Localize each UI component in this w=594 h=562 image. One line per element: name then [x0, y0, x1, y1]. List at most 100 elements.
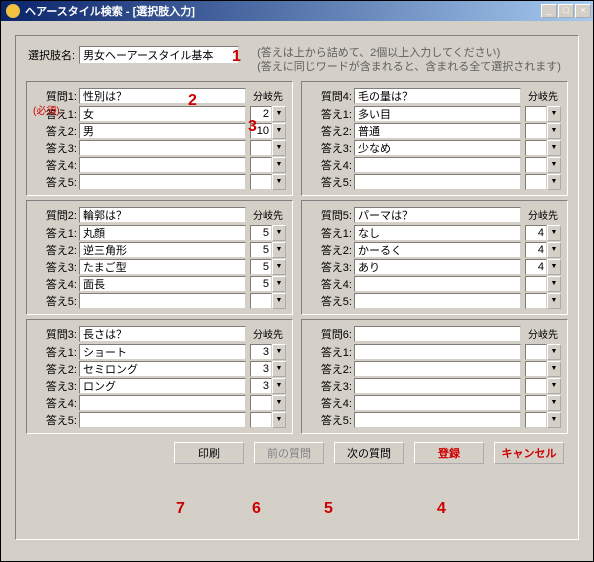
branch-spinner[interactable]: ▼: [525, 242, 561, 258]
answer-input[interactable]: [79, 344, 246, 360]
answer-input[interactable]: [354, 123, 521, 139]
answer-input[interactable]: [354, 395, 521, 411]
answer-input[interactable]: [79, 106, 246, 122]
branch-value[interactable]: [250, 259, 272, 275]
spinner-down-icon[interactable]: ▼: [272, 276, 286, 292]
spinner-down-icon[interactable]: ▼: [547, 259, 561, 275]
branch-spinner[interactable]: ▼: [525, 361, 561, 377]
question-input[interactable]: [354, 326, 521, 342]
branch-value[interactable]: [250, 140, 272, 156]
branch-value[interactable]: [525, 106, 547, 122]
spinner-down-icon[interactable]: ▼: [272, 293, 286, 309]
branch-spinner[interactable]: ▼: [525, 157, 561, 173]
branch-spinner[interactable]: ▼: [525, 293, 561, 309]
branch-spinner[interactable]: ▼: [525, 140, 561, 156]
spinner-down-icon[interactable]: ▼: [547, 344, 561, 360]
name-input[interactable]: [79, 46, 239, 64]
branch-spinner[interactable]: ▼: [250, 140, 286, 156]
branch-spinner[interactable]: ▼: [525, 225, 561, 241]
answer-input[interactable]: [79, 412, 246, 428]
branch-value[interactable]: [525, 157, 547, 173]
spinner-down-icon[interactable]: ▼: [272, 412, 286, 428]
branch-spinner[interactable]: ▼: [250, 242, 286, 258]
branch-spinner[interactable]: ▼: [525, 123, 561, 139]
spinner-down-icon[interactable]: ▼: [547, 361, 561, 377]
branch-value[interactable]: [250, 123, 272, 139]
branch-value[interactable]: [525, 378, 547, 394]
branch-value[interactable]: [250, 276, 272, 292]
branch-value[interactable]: [525, 259, 547, 275]
spinner-down-icon[interactable]: ▼: [547, 395, 561, 411]
branch-value[interactable]: [250, 378, 272, 394]
answer-input[interactable]: [354, 157, 521, 173]
branch-spinner[interactable]: ▼: [250, 174, 286, 190]
print-button[interactable]: 印刷: [174, 442, 244, 464]
answer-input[interactable]: [79, 293, 246, 309]
question-input[interactable]: [354, 88, 521, 104]
branch-value[interactable]: [250, 242, 272, 258]
spinner-down-icon[interactable]: ▼: [547, 378, 561, 394]
spinner-down-icon[interactable]: ▼: [547, 242, 561, 258]
spinner-down-icon[interactable]: ▼: [272, 123, 286, 139]
answer-input[interactable]: [354, 242, 521, 258]
spinner-down-icon[interactable]: ▼: [272, 174, 286, 190]
branch-value[interactable]: [525, 242, 547, 258]
branch-spinner[interactable]: ▼: [525, 106, 561, 122]
spinner-down-icon[interactable]: ▼: [272, 242, 286, 258]
spinner-down-icon[interactable]: ▼: [547, 225, 561, 241]
spinner-down-icon[interactable]: ▼: [547, 106, 561, 122]
answer-input[interactable]: [79, 242, 246, 258]
branch-value[interactable]: [525, 140, 547, 156]
branch-spinner[interactable]: ▼: [525, 378, 561, 394]
question-input[interactable]: [79, 326, 246, 342]
spinner-down-icon[interactable]: ▼: [272, 344, 286, 360]
question-input[interactable]: [79, 207, 246, 223]
branch-spinner[interactable]: ▼: [250, 276, 286, 292]
maximize-button[interactable]: □: [558, 4, 574, 18]
answer-input[interactable]: [79, 395, 246, 411]
branch-value[interactable]: [525, 344, 547, 360]
spinner-down-icon[interactable]: ▼: [272, 225, 286, 241]
answer-input[interactable]: [79, 378, 246, 394]
answer-input[interactable]: [79, 225, 246, 241]
answer-input[interactable]: [354, 225, 521, 241]
branch-value[interactable]: [250, 412, 272, 428]
branch-value[interactable]: [250, 344, 272, 360]
answer-input[interactable]: [354, 412, 521, 428]
branch-value[interactable]: [525, 395, 547, 411]
branch-spinner[interactable]: ▼: [250, 293, 286, 309]
branch-spinner[interactable]: ▼: [525, 395, 561, 411]
answer-input[interactable]: [79, 123, 246, 139]
answer-input[interactable]: [79, 174, 246, 190]
answer-input[interactable]: [354, 361, 521, 377]
answer-input[interactable]: [79, 276, 246, 292]
branch-value[interactable]: [525, 123, 547, 139]
answer-input[interactable]: [79, 140, 246, 156]
spinner-down-icon[interactable]: ▼: [272, 259, 286, 275]
branch-spinner[interactable]: ▼: [250, 378, 286, 394]
spinner-down-icon[interactable]: ▼: [547, 157, 561, 173]
spinner-down-icon[interactable]: ▼: [547, 174, 561, 190]
branch-spinner[interactable]: ▼: [525, 344, 561, 360]
answer-input[interactable]: [354, 293, 521, 309]
branch-value[interactable]: [250, 361, 272, 377]
branch-value[interactable]: [525, 225, 547, 241]
answer-input[interactable]: [354, 344, 521, 360]
branch-spinner[interactable]: ▼: [250, 412, 286, 428]
branch-spinner[interactable]: ▼: [250, 395, 286, 411]
branch-value[interactable]: [250, 293, 272, 309]
branch-value[interactable]: [525, 412, 547, 428]
branch-spinner[interactable]: ▼: [525, 412, 561, 428]
answer-input[interactable]: [79, 259, 246, 275]
answer-input[interactable]: [354, 259, 521, 275]
branch-spinner[interactable]: ▼: [250, 225, 286, 241]
branch-value[interactable]: [525, 293, 547, 309]
spinner-down-icon[interactable]: ▼: [272, 157, 286, 173]
branch-spinner[interactable]: ▼: [250, 157, 286, 173]
answer-input[interactable]: [79, 157, 246, 173]
branch-spinner[interactable]: ▼: [250, 344, 286, 360]
next-question-button[interactable]: 次の質問: [334, 442, 404, 464]
spinner-down-icon[interactable]: ▼: [272, 395, 286, 411]
register-button[interactable]: 登録: [414, 442, 484, 464]
answer-input[interactable]: [354, 276, 521, 292]
